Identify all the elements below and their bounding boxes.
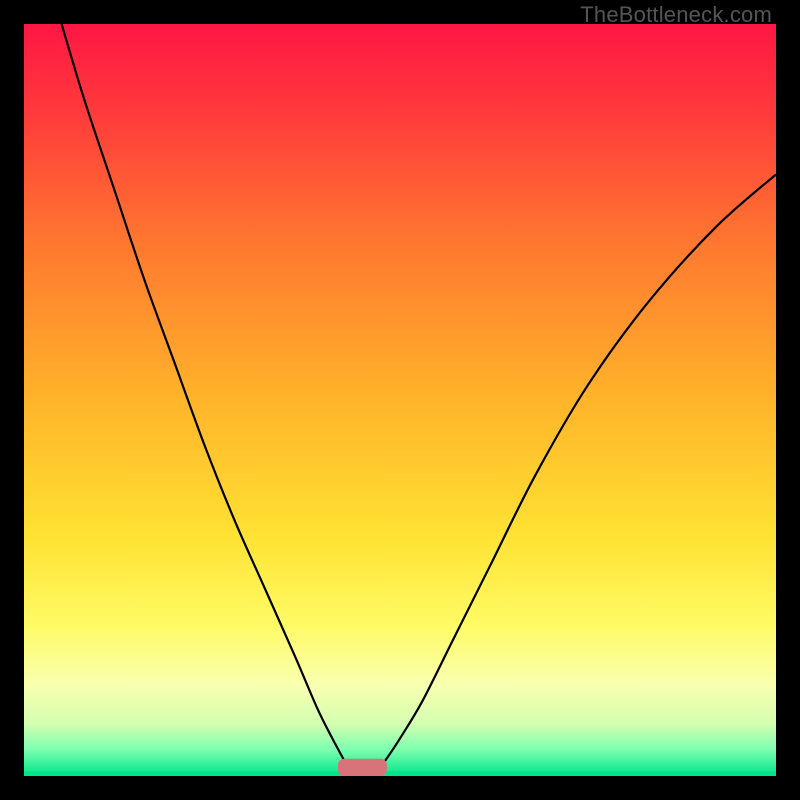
bottleneck-marker	[338, 759, 387, 776]
chart-frame	[24, 24, 776, 776]
chart-svg	[24, 24, 776, 776]
green-baseline	[24, 771, 776, 776]
gradient-background	[24, 24, 776, 776]
